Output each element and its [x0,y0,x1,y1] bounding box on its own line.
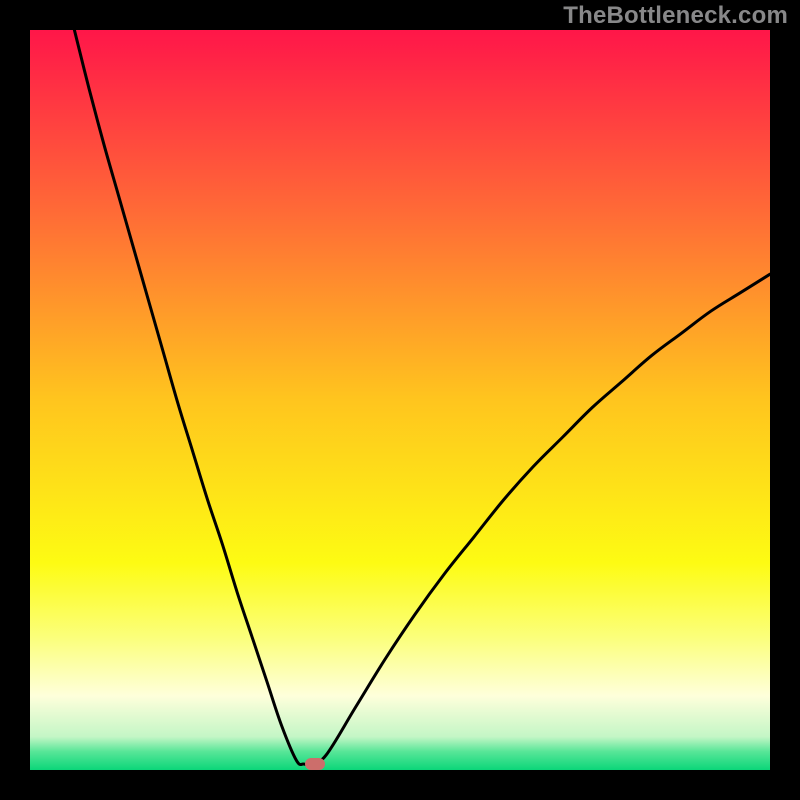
gradient-background [30,30,770,770]
chart-svg [30,30,770,770]
plot-area [30,30,770,770]
optimal-marker [305,758,325,770]
watermark-text: TheBottleneck.com [563,2,788,30]
chart-container: TheBottleneck.com [0,0,800,800]
